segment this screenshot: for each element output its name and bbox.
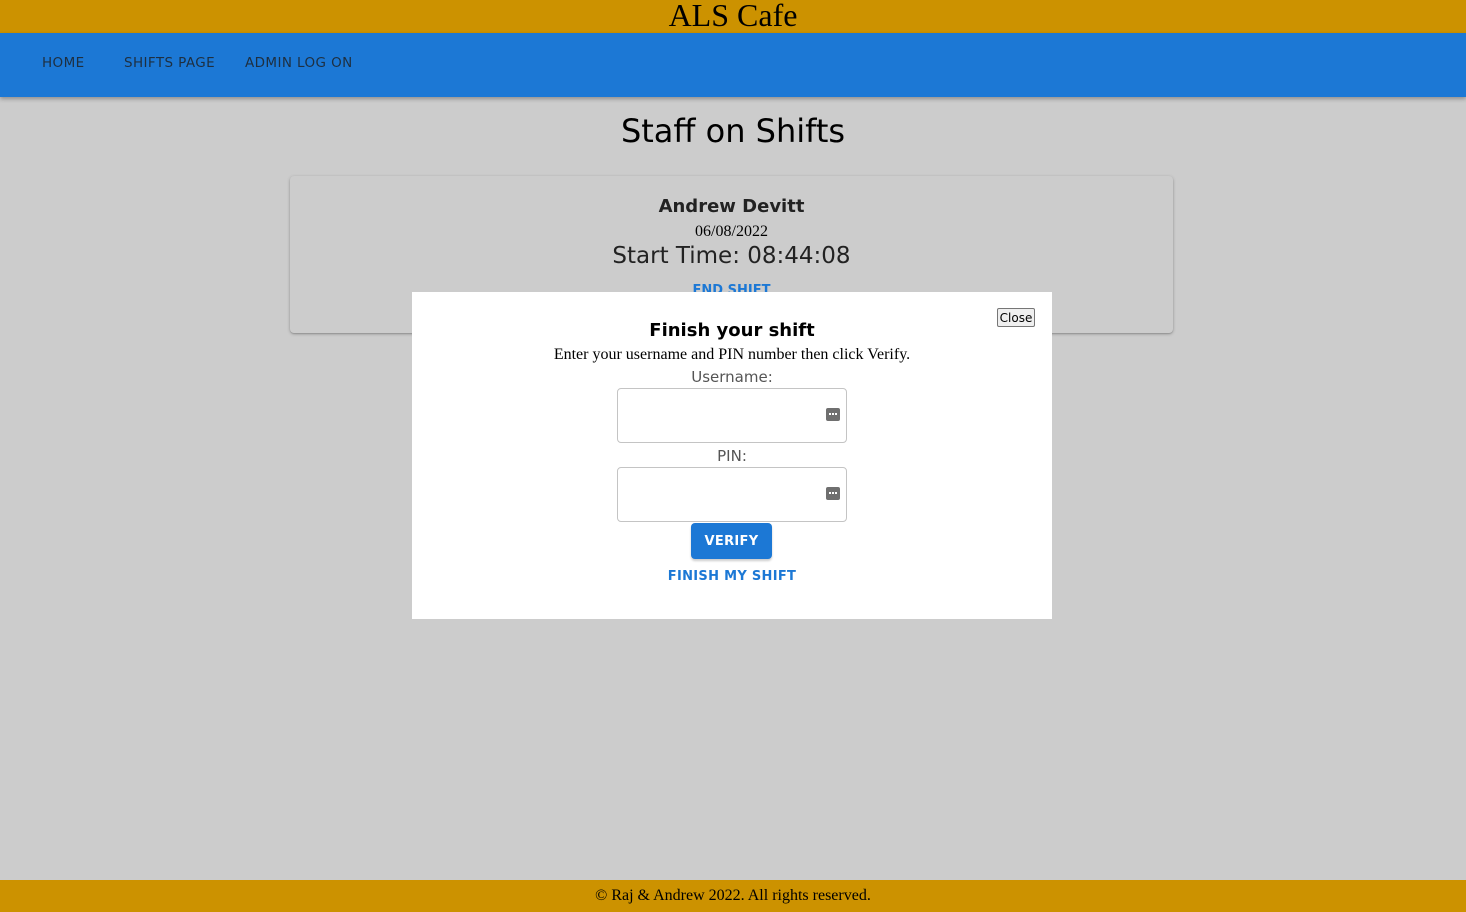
username-label: Username: — [691, 368, 773, 386]
staff-name: Andrew Devitt — [658, 196, 805, 217]
nav-item-home[interactable]: HOME — [42, 55, 85, 71]
shift-date: 06/08/2022 — [695, 223, 768, 240]
shift-start-time: Start Time: 08:44:08 — [612, 243, 851, 269]
site-title: ALS Cafe — [668, 0, 798, 33]
page-title: Staff on Shifts — [620, 112, 846, 150]
finish-shift-dialog: Close Finish your shift Enter your usern… — [412, 292, 1052, 619]
pin-label: PIN: — [717, 447, 747, 465]
nav-bar: HOME SHIFTS PAGE ADMIN LOG ON — [0, 33, 1466, 97]
pin-field[interactable] — [617, 467, 847, 522]
finish-my-shift-button[interactable]: FINISH MY SHIFT — [412, 569, 1052, 584]
dialog-title: Finish your shift — [649, 320, 815, 341]
verify-button[interactable]: VERIFY — [691, 523, 772, 559]
username-field[interactable] — [617, 388, 847, 443]
password-manager-key-icon[interactable] — [826, 408, 840, 421]
nav-item-admin-log-on[interactable]: ADMIN LOG ON — [245, 55, 353, 71]
password-manager-key-icon[interactable] — [826, 487, 840, 500]
nav-item-shifts-page[interactable]: SHIFTS PAGE — [124, 55, 215, 71]
site-header: ALS Cafe — [0, 0, 1466, 33]
footer-copyright: © Raj & Andrew 2022. All rights reserved… — [595, 887, 871, 904]
username-field-wrapper — [617, 388, 847, 443]
pin-field-wrapper — [617, 467, 847, 522]
site-footer: © Raj & Andrew 2022. All rights reserved… — [0, 880, 1466, 912]
dialog-instructions: Enter your username and PIN number then … — [553, 346, 911, 363]
